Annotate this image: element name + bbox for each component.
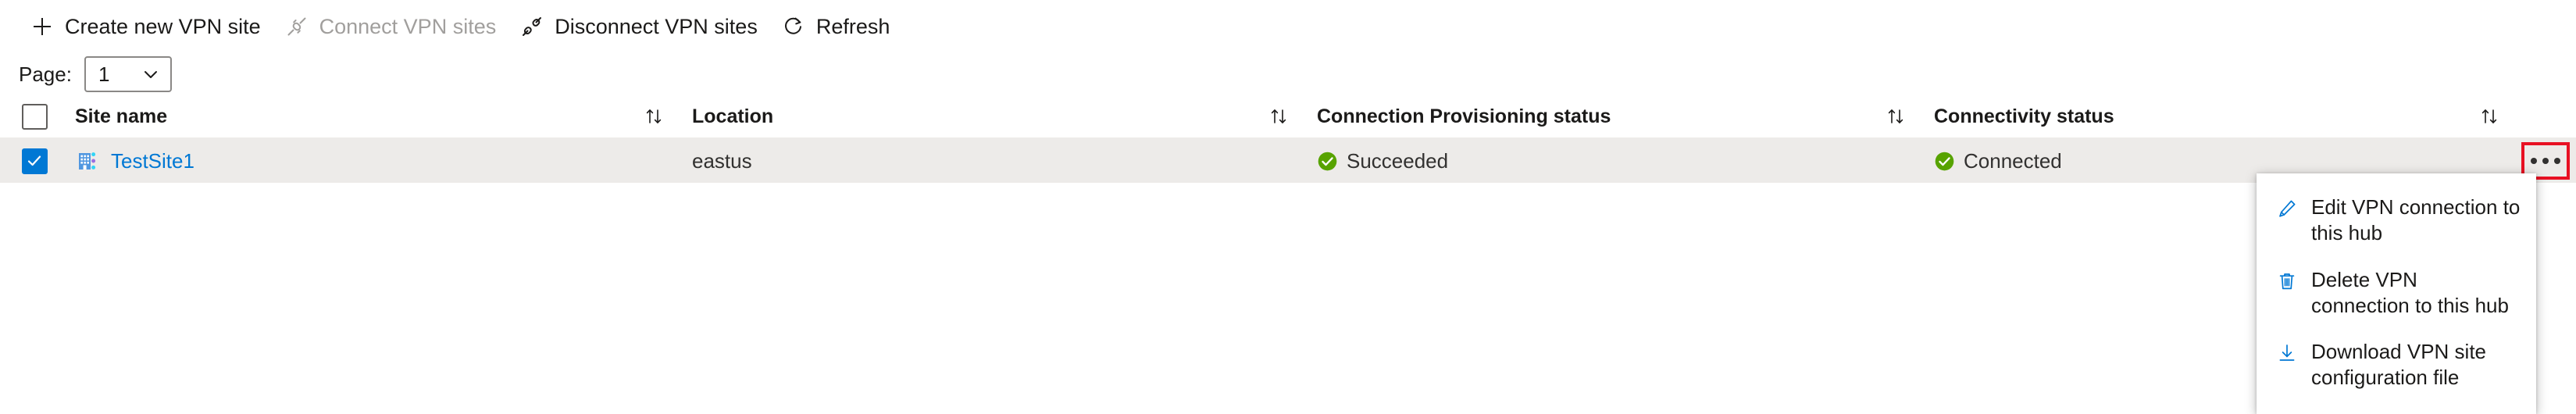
context-menu-item-edit-vpn-connection-label: Edit VPN connection to this hub <box>2311 195 2521 245</box>
cell-connection-provisioning-status: Succeeded <box>1311 149 1928 173</box>
create-new-vpn-site-button[interactable]: Create new VPN site <box>22 5 277 48</box>
success-check-icon <box>1934 151 1955 172</box>
pencil-icon <box>2275 197 2299 220</box>
context-menu-item-delete-vpn-connection[interactable]: Delete VPN connection to this hub <box>2257 257 2536 330</box>
provisioning-status-text: Succeeded <box>1347 148 1449 173</box>
create-new-vpn-site-label: Create new VPN site <box>65 14 261 38</box>
column-header-connection-provisioning-status[interactable]: Connection Provisioning status <box>1311 103 1928 130</box>
select-all-checkbox-cell <box>0 103 69 130</box>
page-label: Page: <box>19 62 72 86</box>
cell-site-name: TestSite1 <box>69 148 686 174</box>
row-checkbox[interactable] <box>21 148 48 174</box>
page-select-value: 1 <box>98 62 110 86</box>
success-check-icon <box>1317 151 1338 172</box>
column-header-site-name-label: Site name <box>75 105 168 127</box>
site-name-link[interactable]: TestSite1 <box>111 149 194 173</box>
context-menu-item-download-vpn-site-config[interactable]: Download VPN site configuration file <box>2257 329 2536 402</box>
cell-connectivity-status: Connected <box>1928 149 2521 173</box>
column-header-connectivity-status-label: Connectivity status <box>1934 105 2114 127</box>
disconnect-vpn-sites-label: Disconnect VPN sites <box>555 14 758 38</box>
ellipsis-icon <box>2531 158 2560 164</box>
column-header-location[interactable]: Location <box>686 103 1311 130</box>
table-row[interactable]: TestSite1 eastus Succeeded Connected <box>0 139 2576 183</box>
sort-ascending-descending-icon[interactable] <box>2476 103 2503 130</box>
command-bar: Create new VPN site Connect VPN sites Di… <box>0 0 2576 53</box>
location-value: eastus <box>692 148 752 173</box>
column-header-connectivity-status[interactable]: Connectivity status <box>1928 103 2521 130</box>
connect-vpn-sites-label: Connect VPN sites <box>319 14 497 38</box>
row-checkbox-cell <box>0 148 69 174</box>
disconnect-vpn-sites-button[interactable]: Disconnect VPN sites <box>512 5 773 48</box>
context-menu-item-download-vpn-site-config-label: Download VPN site configuration file <box>2311 340 2486 390</box>
column-header-connection-provisioning-status-label: Connection Provisioning status <box>1317 105 1611 127</box>
table-header-row: Site name Location Connection Provisioni… <box>0 95 2576 139</box>
context-menu-item-delete-vpn-connection-label: Delete VPN connection to this hub <box>2311 267 2509 317</box>
vpn-site-icon <box>75 148 102 174</box>
column-header-site-name[interactable]: Site name <box>69 103 686 130</box>
cell-location: eastus <box>686 149 1311 173</box>
provisioning-status-badge: Succeeded <box>1317 149 1448 173</box>
pager-row: Page: 1 <box>0 53 2576 95</box>
plug-connected-icon <box>284 14 309 39</box>
refresh-icon <box>781 14 806 39</box>
plus-icon <box>30 14 55 39</box>
column-header-location-label: Location <box>692 105 774 127</box>
plug-disconnected-icon <box>519 14 544 39</box>
download-icon <box>2275 341 2299 365</box>
sort-ascending-descending-icon[interactable] <box>1265 103 1292 130</box>
connectivity-status-badge: Connected <box>1934 149 2062 173</box>
refresh-label: Refresh <box>815 14 890 38</box>
connectivity-status-text: Connected <box>1964 148 2062 173</box>
sort-ascending-descending-icon[interactable] <box>1882 103 1909 130</box>
row-context-menu: Edit VPN connection to this hub Delete V… <box>2257 173 2536 414</box>
refresh-button[interactable]: Refresh <box>773 5 906 48</box>
sort-ascending-descending-icon[interactable] <box>640 103 667 130</box>
connect-vpn-sites-button[interactable]: Connect VPN sites <box>277 5 512 48</box>
trash-icon <box>2275 269 2299 293</box>
context-menu-item-edit-vpn-connection[interactable]: Edit VPN connection to this hub <box>2257 184 2536 257</box>
select-all-checkbox[interactable] <box>21 103 48 130</box>
vpn-sites-table: Site name Location Connection Provisioni… <box>0 95 2576 183</box>
chevron-down-icon <box>141 64 161 84</box>
page-select[interactable]: 1 <box>84 56 172 92</box>
